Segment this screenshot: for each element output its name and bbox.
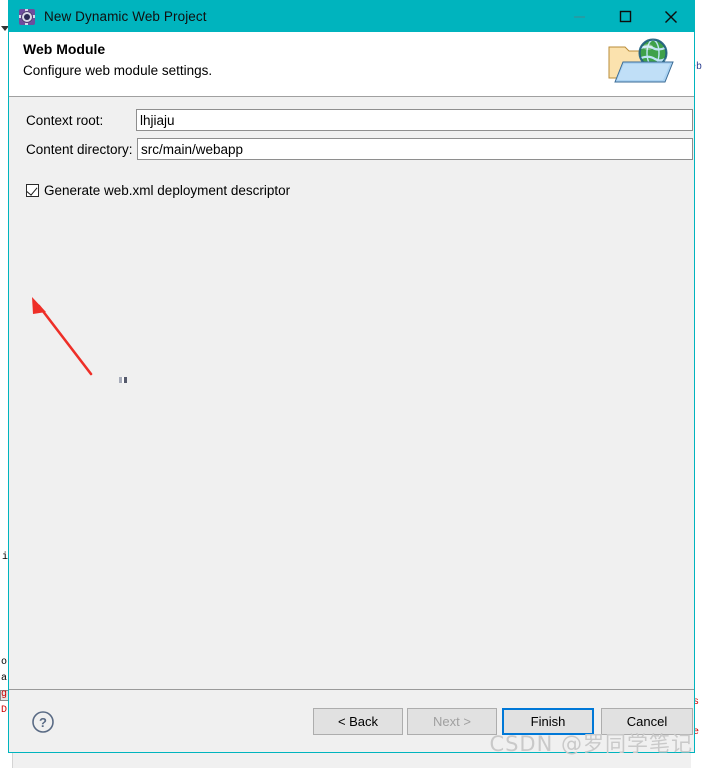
- context-root-row: Context root:: [9, 109, 694, 131]
- generate-web-xml-label: Generate web.xml deployment descriptor: [44, 183, 291, 198]
- new-dynamic-web-project-dialog: New Dynamic Web Project Web Module Confi…: [8, 0, 695, 753]
- content-directory-label: Content directory:: [26, 141, 133, 157]
- ide-code-fragment: o: [1, 657, 8, 668]
- content-directory-input[interactable]: [137, 138, 693, 160]
- maximize-icon[interactable]: [602, 1, 648, 32]
- checkmark-icon: [26, 184, 38, 196]
- ide-code-fragment: D: [1, 705, 8, 716]
- page-description: Configure web module settings.: [23, 63, 213, 78]
- web-folder-globe-icon: [601, 34, 689, 94]
- wizard-page-header: Web Module Configure web module settings…: [9, 32, 694, 97]
- next-button: Next >: [407, 708, 497, 735]
- help-button[interactable]: ?: [31, 710, 55, 734]
- dialog-titlebar[interactable]: New Dynamic Web Project: [9, 1, 694, 32]
- page-title: Web Module: [23, 41, 106, 57]
- svg-text:?: ?: [39, 715, 47, 730]
- context-root-input[interactable]: [136, 109, 693, 131]
- cancel-button[interactable]: Cancel: [601, 708, 693, 735]
- ide-code-fragment: a: [1, 673, 8, 684]
- window-controls: [556, 1, 694, 32]
- context-root-label: Context root:: [26, 112, 104, 128]
- content-directory-row: Content directory:: [9, 138, 694, 160]
- stray-artifact-mark: [119, 377, 127, 383]
- project-wizard-icon: [19, 8, 35, 25]
- back-button[interactable]: < Back: [313, 708, 403, 735]
- dialog-button-bar: ? < Back Next > Finish Cancel: [9, 689, 694, 752]
- dialog-title: New Dynamic Web Project: [44, 9, 207, 24]
- ide-code-fragment: g: [1, 689, 8, 700]
- minimize-icon[interactable]: [556, 1, 602, 32]
- generate-web-xml-row[interactable]: Generate web.xml deployment descriptor: [26, 183, 290, 198]
- generate-web-xml-checkbox[interactable]: [26, 184, 39, 197]
- wizard-page-body: Context root: Content directory: Generat…: [9, 97, 694, 689]
- red-arrow-annotation: [19, 292, 119, 382]
- finish-button[interactable]: Finish: [502, 708, 594, 735]
- close-icon[interactable]: [648, 1, 694, 32]
